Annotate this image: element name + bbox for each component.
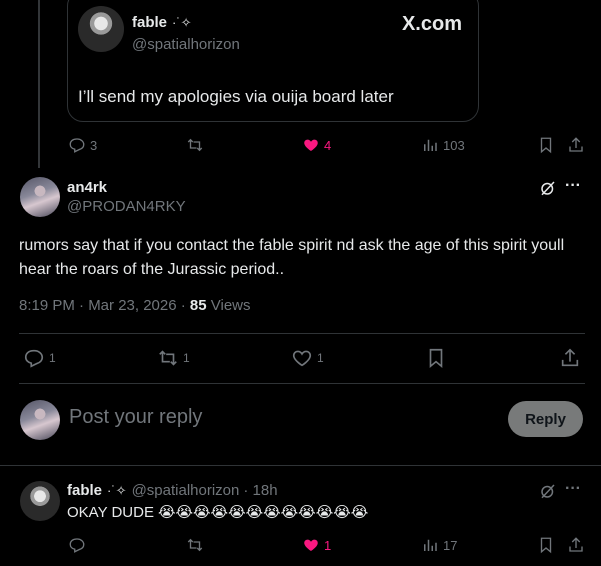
quoted-author-handle[interactable]: @spatialhorizon xyxy=(132,36,240,53)
main-reply-count: 1 xyxy=(49,351,56,365)
share-icon xyxy=(567,136,585,154)
views-chart-icon xyxy=(421,136,439,154)
reply-like-button[interactable]: 1 xyxy=(302,536,331,554)
quoted-author-name[interactable]: fable xyxy=(132,14,167,31)
reply-bubble-icon xyxy=(68,136,86,154)
heart-filled-icon xyxy=(302,536,320,554)
quoted-name-glyph: ·˙✧ xyxy=(172,14,192,30)
repost-icon xyxy=(157,347,179,369)
post-views-count: 85 xyxy=(189,297,207,314)
thread-line xyxy=(38,0,40,168)
repost-icon xyxy=(186,136,204,154)
bookmark-icon xyxy=(537,136,555,154)
quoted-views-count: 103 xyxy=(443,137,465,153)
quoted-repost-button[interactable] xyxy=(186,136,204,154)
reply-more-options-button[interactable]: ··· xyxy=(565,480,581,498)
quoted-like-count: 4 xyxy=(324,137,332,153)
quoted-like-button[interactable]: 4 xyxy=(302,136,331,154)
reply-like-count: 1 xyxy=(324,537,332,553)
reply-author-name[interactable]: fable xyxy=(67,482,102,499)
composer-avatar xyxy=(20,400,60,440)
bookmark-icon xyxy=(425,347,447,369)
repost-icon xyxy=(186,536,204,554)
reply-name-glyph: ·˙✧ xyxy=(107,482,127,498)
bookmark-icon xyxy=(537,536,555,554)
reply-author-avatar[interactable] xyxy=(20,481,60,521)
quoted-post-text: I’ll send my apologies via ouija board l… xyxy=(78,87,394,106)
reply-grok-button[interactable] xyxy=(539,482,557,500)
share-icon xyxy=(567,536,585,554)
reply-bubble-icon xyxy=(23,347,45,369)
reply-input[interactable]: Post your reply xyxy=(69,406,489,434)
main-share-button[interactable] xyxy=(559,347,581,369)
grok-button[interactable] xyxy=(539,179,557,197)
reply-bookmark-button[interactable] xyxy=(537,536,555,554)
more-options-button[interactable]: ··· xyxy=(565,177,581,195)
main-post-text: rumors say that if you contact the fable… xyxy=(19,237,565,278)
quoted-views-button[interactable]: 103 xyxy=(421,136,465,154)
main-bookmark-button[interactable] xyxy=(425,347,447,369)
main-author-avatar[interactable] xyxy=(20,177,60,217)
reply-time[interactable]: · 18h xyxy=(243,482,277,499)
divider xyxy=(19,333,585,334)
post-time-text: 8:19 PM · Mar 23, 2026 · xyxy=(19,297,190,314)
quoted-reply-button[interactable]: 3 xyxy=(68,136,97,154)
reply-button[interactable]: Reply xyxy=(508,401,583,437)
more-dots-icon: ··· xyxy=(565,177,581,194)
quoted-bookmark-button[interactable] xyxy=(537,136,555,154)
grok-icon xyxy=(539,482,557,500)
main-reply-button[interactable]: 1 xyxy=(23,347,56,369)
reply-text: OKAY DUDE xyxy=(67,503,154,521)
quoted-avatar[interactable] xyxy=(78,6,124,52)
main-repost-count: 1 xyxy=(183,351,190,365)
reply-repost-button[interactable] xyxy=(186,536,204,554)
main-author-name[interactable]: an4rk xyxy=(67,179,107,196)
divider xyxy=(0,465,601,466)
reply-input-placeholder: Post your reply xyxy=(69,406,203,428)
reply-author-handle[interactable]: @spatialhorizon xyxy=(132,482,240,499)
grok-icon xyxy=(539,179,557,197)
main-like-button[interactable]: 1 xyxy=(291,347,324,369)
post-timestamp[interactable]: 8:19 PM · Mar 23, 2026 · 85 Views xyxy=(19,297,251,314)
heart-filled-icon xyxy=(302,136,320,154)
heart-outline-icon xyxy=(291,347,313,369)
reply-text-row: OKAY DUDE 😭😭😭😭😭😭😭😭😭😭😭😭 xyxy=(67,503,369,522)
reply-emojis: 😭😭😭😭😭😭😭😭😭😭😭😭 xyxy=(157,504,369,521)
views-chart-icon xyxy=(421,536,439,554)
post-views-label: Views xyxy=(206,297,251,314)
reply-share-button[interactable] xyxy=(567,536,585,554)
quoted-reply-count: 3 xyxy=(90,137,98,153)
main-repost-button[interactable]: 1 xyxy=(157,347,190,369)
more-dots-icon: ··· xyxy=(565,480,581,497)
share-icon xyxy=(559,347,581,369)
reply-reply-button[interactable] xyxy=(68,536,86,554)
reply-header: fable ·˙✧ @spatialhorizon · 18h xyxy=(67,482,278,499)
main-author-handle[interactable]: @PRODAN4RKY xyxy=(67,198,186,215)
reply-views-count: 17 xyxy=(443,537,458,553)
main-like-count: 1 xyxy=(317,351,324,365)
reply-bubble-icon xyxy=(68,536,86,554)
quoted-post-card[interactable]: fable ·˙✧ @spatialhorizon X.com I’ll sen… xyxy=(67,0,479,122)
quoted-share-button[interactable] xyxy=(567,136,585,154)
divider xyxy=(19,383,585,384)
reply-views-button[interactable]: 17 xyxy=(421,536,457,554)
x-com-watermark: X.com xyxy=(401,13,462,35)
